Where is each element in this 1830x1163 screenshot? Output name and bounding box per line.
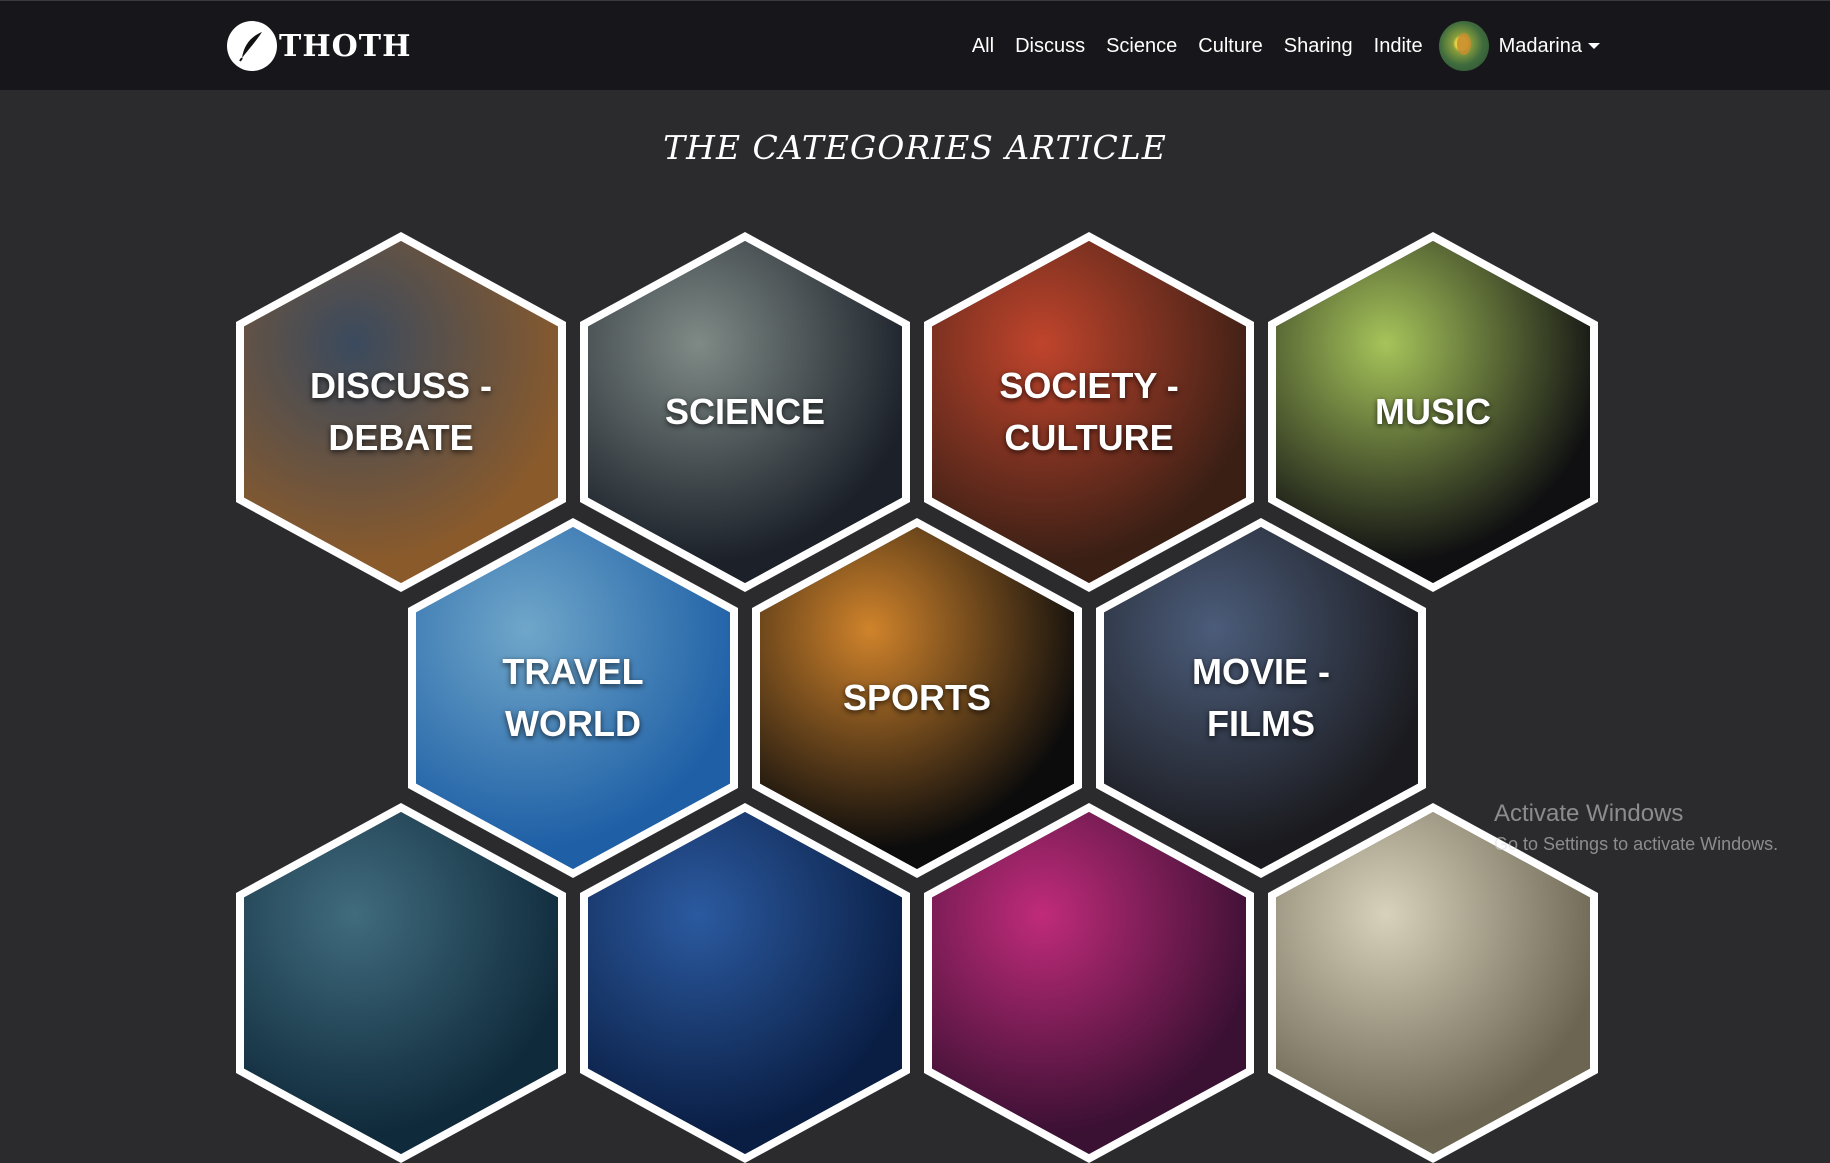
feather-quill-icon: [227, 21, 277, 71]
brand[interactable]: THOTH: [227, 21, 411, 71]
city-night-photo: [244, 812, 558, 1154]
stock-market-photo: [588, 812, 902, 1154]
nav-link-sharing[interactable]: Sharing: [1284, 35, 1353, 58]
category-tile[interactable]: [924, 803, 1254, 1163]
nav-link-science[interactable]: Science: [1106, 35, 1177, 58]
sports-balls-photo: SPORTS: [760, 527, 1074, 869]
category-label: SCIENCE: [664, 391, 826, 432]
nav-link-indite[interactable]: Indite: [1374, 35, 1423, 58]
movie-posters-photo: MOVIE - FILMS: [1104, 527, 1418, 869]
user-avatar[interactable]: [1438, 21, 1489, 71]
category-label: MOVIE - FILMS: [1191, 651, 1330, 744]
dna-helix-photo: SCIENCE: [588, 241, 902, 583]
category-tile[interactable]: MOVIE - FILMS: [1096, 518, 1426, 878]
caret-down-icon: [1588, 43, 1600, 49]
category-label: SPORTS: [842, 677, 992, 718]
category-tile[interactable]: DISCUSS - DEBATE: [236, 232, 566, 592]
user-name: Madarina: [1498, 34, 1582, 57]
category-tile[interactable]: SPORTS: [752, 518, 1082, 878]
nav-link-all[interactable]: All: [972, 35, 994, 58]
category-tile[interactable]: [236, 803, 566, 1163]
category-tile[interactable]: [580, 803, 910, 1163]
user-menu-toggle[interactable]: Madarina: [1499, 35, 1600, 58]
category-label: DISCUSS - DEBATE: [309, 365, 493, 458]
nav-link-discuss[interactable]: Discuss: [1015, 35, 1085, 58]
category-label: TRAVEL WORLD: [502, 651, 644, 744]
category-tile[interactable]: TRAVEL WORLD: [408, 518, 738, 878]
nav-links: All Discuss Science Culture Sharing Indi…: [951, 1, 1600, 91]
meeting-table-photo: DISCUSS - DEBATE: [244, 241, 558, 583]
page-title: THE CATEGORIES ARTICLE: [663, 128, 1167, 167]
neon-pink-photo: [932, 812, 1246, 1154]
world-landmarks-photo: TRAVEL WORLD: [416, 527, 730, 869]
navbar: THOTH All Discuss Science Culture Sharin…: [0, 0, 1830, 90]
category-tile[interactable]: [1268, 803, 1598, 1163]
vinyl-record-photo: MUSIC: [1276, 241, 1590, 583]
category-label: SOCIETY - CULTURE: [999, 365, 1179, 458]
brand-name: THOTH: [279, 28, 412, 64]
category-label: MUSIC: [1375, 391, 1491, 432]
activate-windows-watermark: Activate Windows Go to Settings to activ…: [1494, 800, 1778, 855]
category-tile[interactable]: SOCIETY - CULTURE: [924, 232, 1254, 592]
letters-photo: [1276, 812, 1590, 1154]
activate-title: Activate Windows: [1494, 800, 1684, 827]
category-tile[interactable]: SCIENCE: [580, 232, 910, 592]
category-tile[interactable]: MUSIC: [1268, 232, 1598, 592]
activate-subtitle: Go to Settings to activate Windows.: [1494, 834, 1779, 854]
lanterns-photo: SOCIETY - CULTURE: [932, 241, 1246, 583]
nav-link-culture[interactable]: Culture: [1198, 35, 1262, 58]
